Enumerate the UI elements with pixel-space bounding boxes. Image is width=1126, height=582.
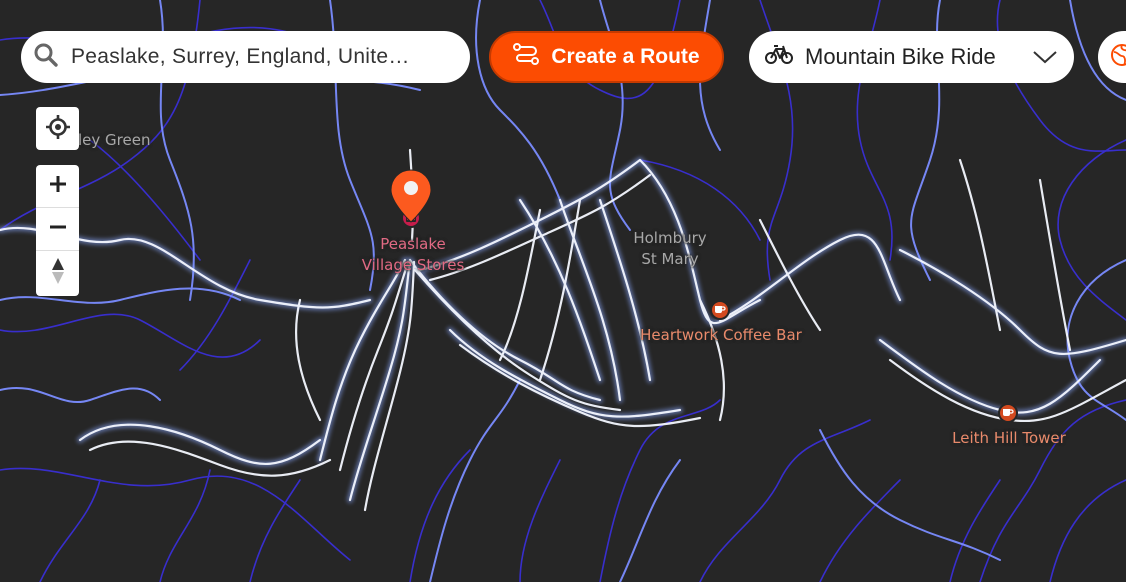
chevron-down-icon [1032,45,1058,73]
locate-button[interactable] [36,107,79,150]
location-search-bar[interactable] [21,31,470,83]
sport-type-label: Mountain Bike Ride [805,44,996,69]
partial-green-label: ley Green [78,131,151,149]
minus-icon [48,217,68,241]
locate-icon [45,114,71,144]
coffee-cup-icon[interactable] [998,403,1018,423]
compass-button[interactable] [36,251,79,294]
globe-icon [1110,43,1126,71]
zoom-out-button[interactable] [36,208,79,251]
heartwork-coffee-label: Heartwork Coffee Bar [640,326,802,344]
create-route-label: Create a Route [551,45,700,68]
plus-icon [48,174,68,198]
peaslake-stores-label: Peaslake Village Stores [361,235,465,274]
zoom-in-button[interactable] [36,165,79,208]
search-icon [33,42,59,72]
holmbury-label: Holmbury St Mary [633,229,707,268]
heatmap-map[interactable] [0,0,1126,582]
mountain-bike-icon [765,43,793,71]
create-route-button[interactable]: Create a Route [489,31,724,83]
coffee-cup-icon[interactable] [710,300,730,320]
compass-icon [50,256,66,290]
search-input[interactable] [69,44,423,70]
route-icon [513,43,551,71]
sport-type-dropdown[interactable]: Mountain Bike Ride [749,31,1074,83]
leith-hill-label: Leith Hill Tower [952,429,1066,447]
zoom-controls [36,165,79,296]
